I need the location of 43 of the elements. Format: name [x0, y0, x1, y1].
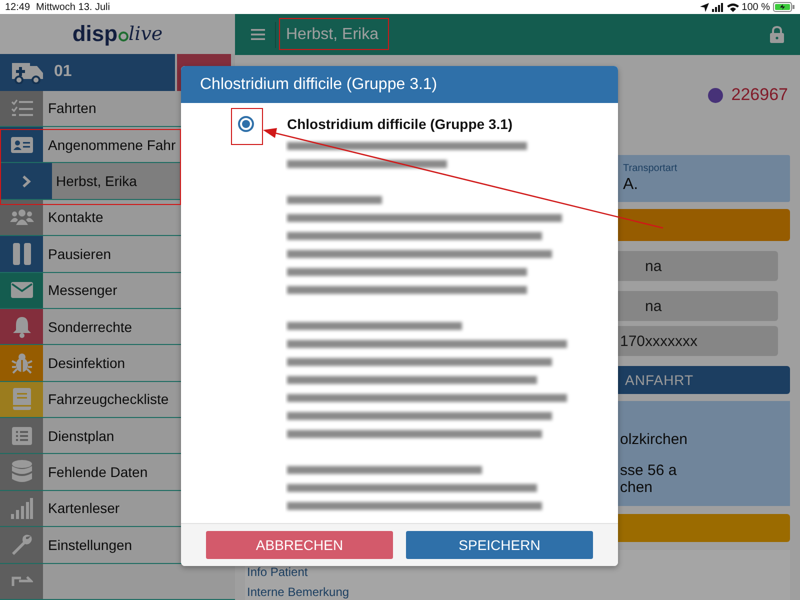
- vehicle-bar[interactable]: 01: [0, 54, 175, 91]
- page-title: Herbst, Erika: [286, 26, 378, 44]
- dialog-title: Chlostridium difficile (Gruppe 3.1): [200, 76, 438, 94]
- app-logo: disp live: [72, 21, 163, 48]
- wifi-icon: [726, 2, 739, 12]
- battery-icon: [773, 2, 795, 12]
- address-line: olzkirchen: [620, 431, 689, 448]
- exit-icon: [10, 576, 32, 586]
- section-link[interactable]: Info Patient: [247, 565, 788, 579]
- list-icon: [12, 426, 32, 445]
- address-line: chen: [620, 479, 654, 496]
- id-card-icon: [10, 136, 32, 153]
- annotation-box: [231, 108, 263, 145]
- chevron-right-icon: [22, 174, 30, 188]
- envelope-icon: [10, 282, 32, 298]
- radio-button[interactable]: [238, 116, 254, 132]
- battery-percent: 100 %: [742, 2, 770, 12]
- save-button[interactable]: SPEICHERN: [406, 531, 593, 559]
- database-icon: [12, 460, 32, 484]
- section-link[interactable]: Interne Bemerkung: [247, 585, 788, 599]
- bug-icon: [10, 352, 32, 374]
- location-icon: [700, 2, 709, 12]
- order-number: 226967: [731, 85, 788, 105]
- option-title: Chlostridium difficile (Gruppe 3.1): [287, 116, 513, 132]
- checklist-icon: [10, 99, 32, 118]
- sidebar-item[interactable]: [0, 564, 235, 600]
- signal-bars-icon: [10, 497, 32, 520]
- book-icon: [12, 388, 30, 410]
- date-text: Mittwoch 13. Juli: [36, 2, 110, 12]
- menu-icon[interactable]: [251, 29, 265, 40]
- lock-icon[interactable]: [770, 26, 784, 43]
- ambulance-icon: [10, 60, 44, 84]
- address-line: sse 56 a: [620, 462, 678, 479]
- signal-icon: [712, 2, 724, 12]
- field-label: Transportart: [623, 163, 678, 174]
- wrench-icon: [10, 534, 32, 556]
- bell-icon: [12, 316, 32, 338]
- clock-time: 12:49: [5, 2, 30, 12]
- field-value: A.: [623, 176, 640, 194]
- cancel-button[interactable]: ABBRECHEN: [206, 531, 393, 559]
- status-dot: [708, 88, 724, 102]
- pause-icon: [12, 242, 30, 265]
- people-icon: [10, 209, 34, 226]
